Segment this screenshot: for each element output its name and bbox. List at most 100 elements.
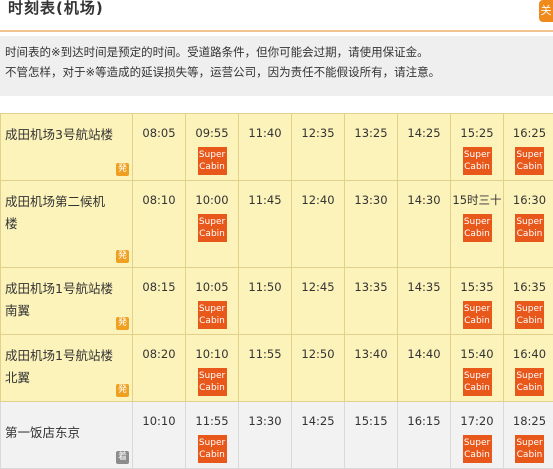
super-cabin-label-2: Cabin [198, 161, 227, 173]
time-cell: 11:45 [239, 181, 292, 268]
time-cell: 16:15 [398, 402, 451, 469]
departure-time: 11:40 [239, 123, 291, 143]
super-cabin-label-1: Super [198, 216, 227, 228]
departure-time: 13:30 [239, 411, 291, 431]
super-cabin-label-2: Cabin [515, 228, 544, 240]
super-cabin-label-1: Super [515, 303, 544, 315]
timetable-row: 成田机场1号航站楼北翼発08:2010:10SuperCabin11:5512:… [1, 335, 553, 402]
stop-cell: 成田机场3号航站楼発 [1, 114, 133, 181]
super-cabin-badge: SuperCabin [463, 368, 492, 396]
time-cell: 14:30 [398, 181, 451, 268]
departure-time: 11:55 [239, 344, 291, 364]
time-cell: 10:10 [133, 402, 186, 469]
arrival-badge: 着 [116, 451, 129, 464]
page-header: 时刻表(机场) 关 [0, 0, 553, 32]
super-cabin-label-2: Cabin [198, 382, 227, 394]
departure-time: 12:35 [292, 123, 344, 143]
timetable: 成田机场3号航站楼発08:0509:55SuperCabin11:4012:35… [0, 113, 553, 469]
close-button[interactable]: 关 [539, 0, 553, 22]
time-cell: 13:30 [345, 181, 398, 268]
time-cell: 12:45 [292, 268, 345, 335]
departure-time: 16:40 [504, 344, 553, 364]
super-cabin-badge: SuperCabin [515, 301, 544, 329]
timetable-row: 成田机场3号航站楼発08:0509:55SuperCabin11:4012:35… [1, 114, 553, 181]
time-cell: 15:15 [345, 402, 398, 469]
super-cabin-label-2: Cabin [198, 315, 227, 327]
stop-cell: 成田机场1号航站楼南翼発 [1, 268, 133, 335]
super-cabin-label-2: Cabin [515, 382, 544, 394]
time-cell: 18:25SuperCabin [504, 402, 553, 469]
departure-time: 11:55 [186, 411, 238, 431]
departure-time: 18:25 [504, 411, 553, 431]
departure-time: 13:35 [345, 277, 397, 297]
time-cell: 13:35 [345, 268, 398, 335]
time-cell: 12:40 [292, 181, 345, 268]
super-cabin-badge: SuperCabin [198, 301, 227, 329]
super-cabin-label-1: Super [515, 437, 544, 449]
departure-time: 11:50 [239, 277, 291, 297]
departure-time: 14:40 [398, 344, 450, 364]
departure-time: 08:20 [133, 344, 185, 364]
super-cabin-label-1: Super [198, 370, 227, 382]
time-cell: 14:25 [398, 114, 451, 181]
super-cabin-label-2: Cabin [463, 449, 492, 461]
departure-time: 15:40 [451, 344, 503, 364]
time-cell: 08:20 [133, 335, 186, 402]
super-cabin-label-1: Super [463, 149, 492, 161]
super-cabin-label-1: Super [463, 437, 492, 449]
time-cell: 14:35 [398, 268, 451, 335]
stop-name: 成田机场第二候机楼 [5, 191, 113, 235]
timetable-row: 成田机场1号航站楼南翼発08:1510:05SuperCabin11:5012:… [1, 268, 553, 335]
time-cell: 10:10 SuperCabin [186, 335, 239, 402]
departure-time: 08:10 [133, 190, 185, 210]
departure-badge: 発 [116, 250, 129, 263]
departure-time: 15时三十 [451, 190, 503, 210]
super-cabin-badge: SuperCabin [198, 368, 227, 396]
departure-time: 10:10 [133, 411, 185, 431]
time-cell: 13:40 [345, 335, 398, 402]
super-cabin-label-1: Super [515, 149, 544, 161]
time-cell: 08:15 [133, 268, 186, 335]
departure-time: 08:15 [133, 277, 185, 297]
stop-cell: 成田机场1号航站楼北翼発 [1, 335, 133, 402]
super-cabin-label-1: Super [515, 370, 544, 382]
time-cell: 12:50 [292, 335, 345, 402]
stop-name: 成田机场1号航站楼北翼 [5, 345, 113, 389]
departure-time: 10:10 [186, 344, 238, 364]
super-cabin-label-2: Cabin [515, 315, 544, 327]
time-cell: 15:40 SuperCabin [451, 335, 504, 402]
super-cabin-label-2: Cabin [463, 228, 492, 240]
departure-time: 08:05 [133, 123, 185, 143]
departure-time: 14:25 [398, 123, 450, 143]
departure-time: 12:45 [292, 277, 344, 297]
time-cell: 15时三十 SuperCabin [451, 181, 504, 268]
time-cell: 14:25 [292, 402, 345, 469]
departure-time: 10:00 [186, 190, 238, 210]
departure-time: 13:40 [345, 344, 397, 364]
departure-time: 15:25 [451, 123, 503, 143]
super-cabin-label-1: Super [515, 216, 544, 228]
super-cabin-label-1: Super [463, 216, 492, 228]
departure-time: 15:15 [345, 411, 397, 431]
time-cell: 14:40 [398, 335, 451, 402]
time-cell: 08:05 [133, 114, 186, 181]
stop-cell: 成田机场第二候机楼発 [1, 181, 133, 268]
time-cell: 10:00SuperCabin [186, 181, 239, 268]
departure-time: 11:45 [239, 190, 291, 210]
timetable-row: 第一饭店东京着10:1011:55SuperCabin13:3014:2515:… [1, 402, 553, 469]
departure-time: 12:50 [292, 344, 344, 364]
super-cabin-badge: SuperCabin [463, 214, 492, 242]
notice-box: 时间表的※到达时间是预定的时间。受道路条件，但你可能会过期，请使用保证金。 不管… [0, 36, 553, 96]
time-cell: 13:25 [345, 114, 398, 181]
departure-time: 14:25 [292, 411, 344, 431]
departure-badge: 発 [116, 163, 129, 176]
time-cell: 10:05SuperCabin [186, 268, 239, 335]
departure-time: 16:25 [504, 123, 553, 143]
time-cell: 12:35 [292, 114, 345, 181]
super-cabin-label-2: Cabin [463, 315, 492, 327]
time-cell: 16:40 SuperCabin [504, 335, 553, 402]
departure-time: 13:30 [345, 190, 397, 210]
departure-badge: 発 [116, 384, 129, 397]
super-cabin-badge: SuperCabin [463, 435, 492, 463]
time-cell: 15:25SuperCabin [451, 114, 504, 181]
